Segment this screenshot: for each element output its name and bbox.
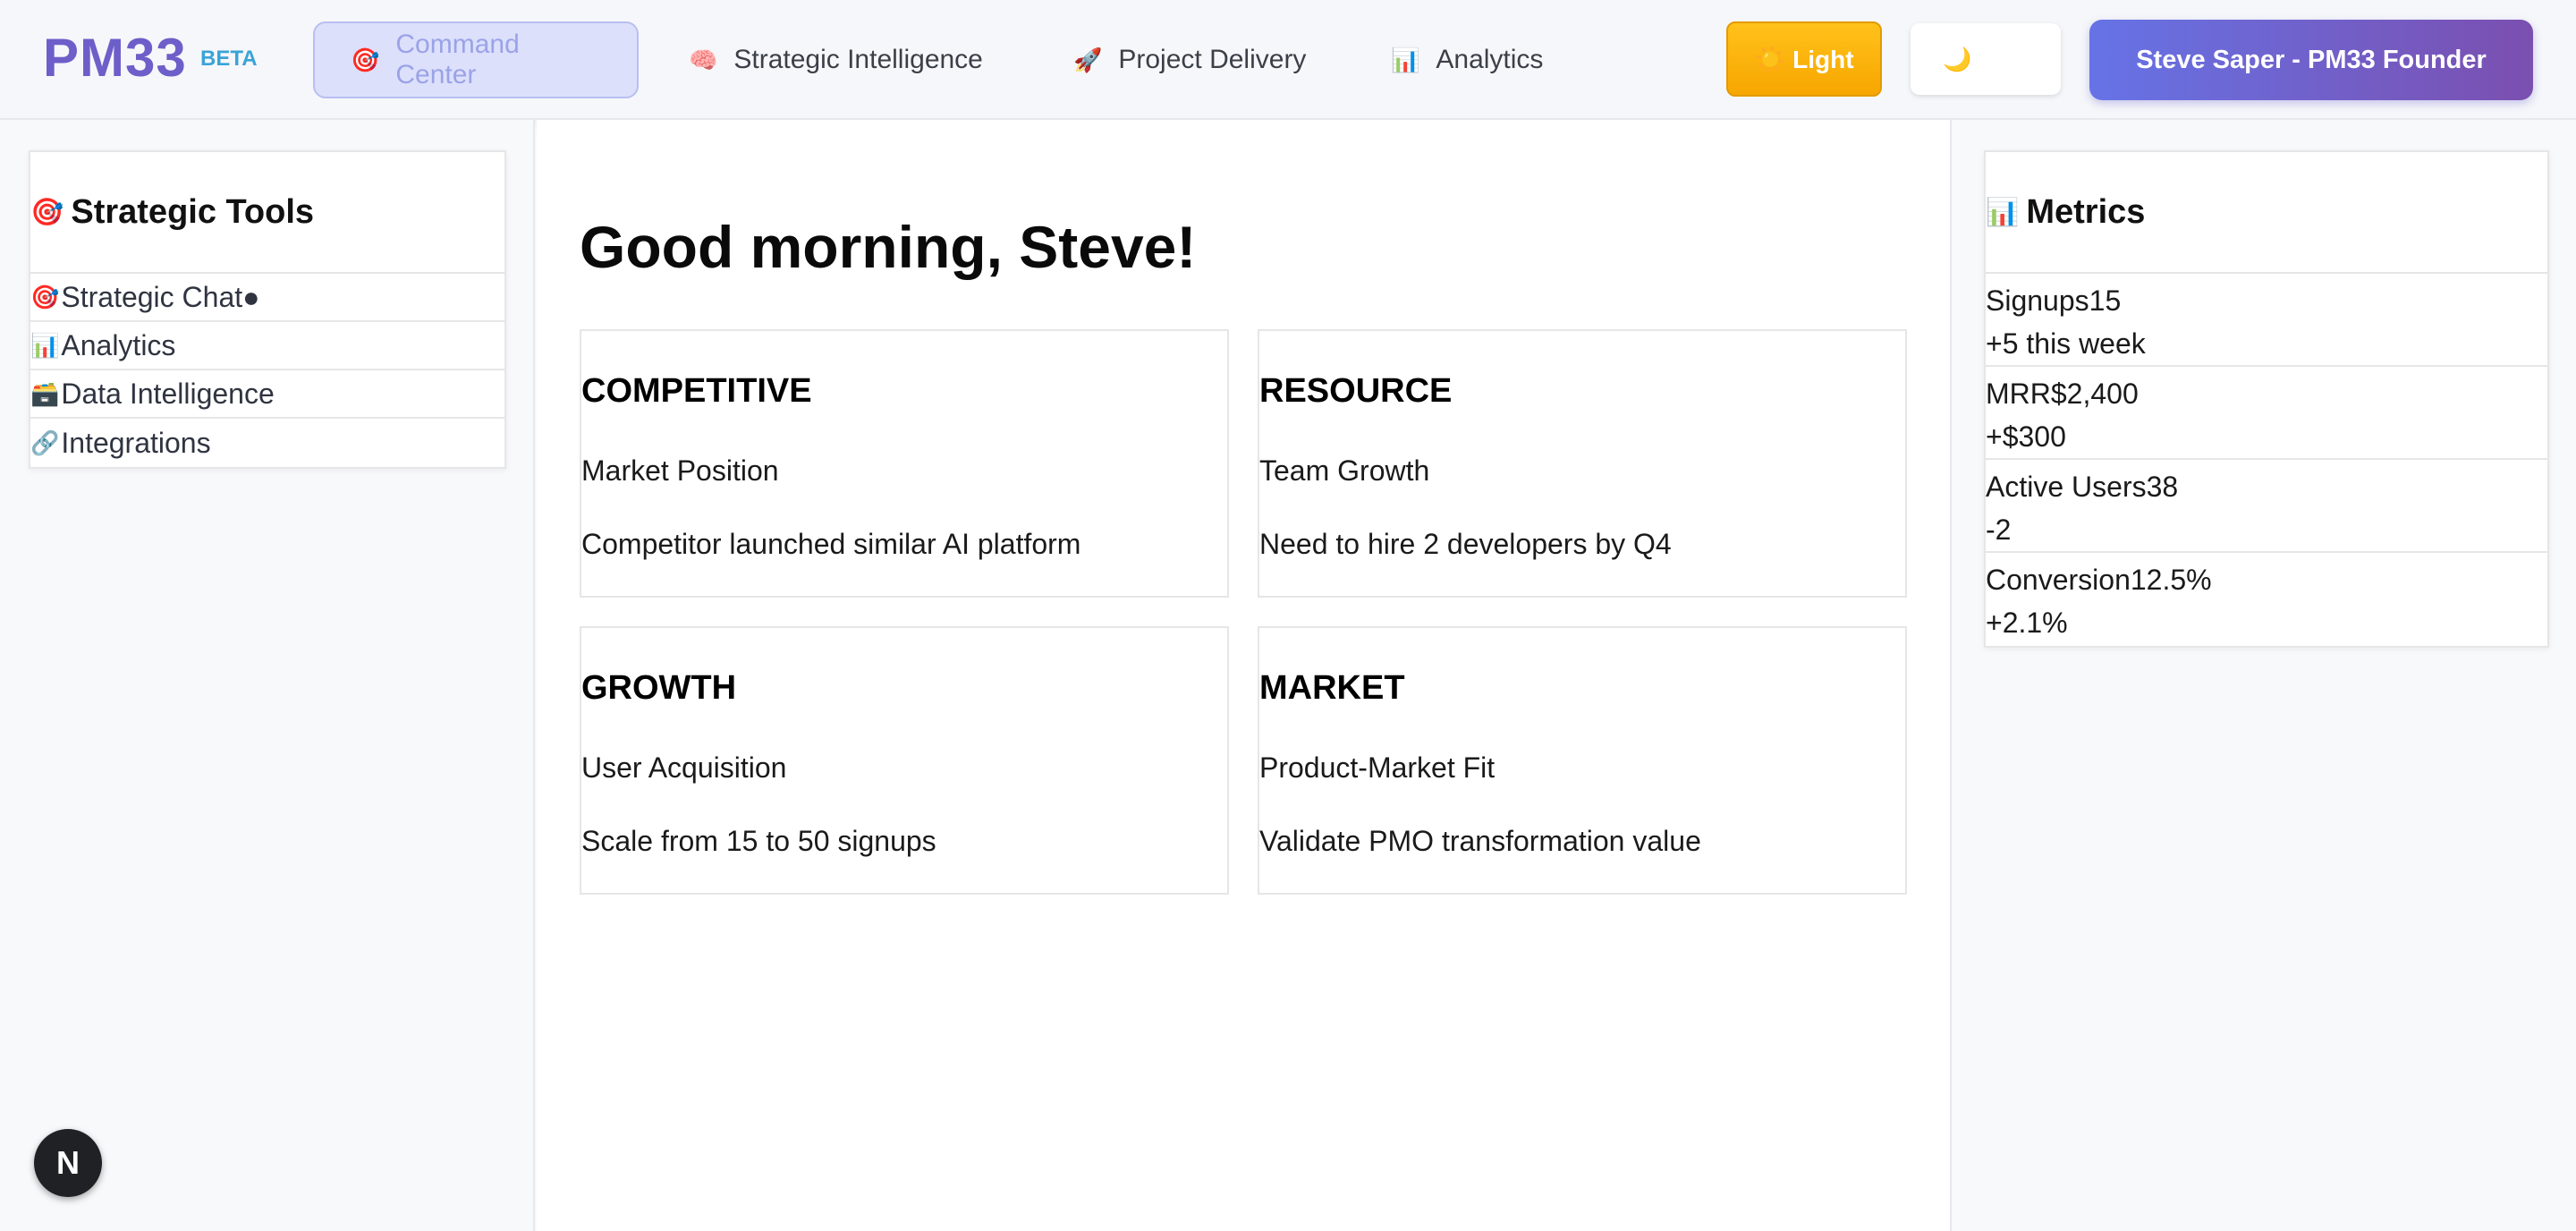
moon-icon: 🌙	[1943, 45, 1972, 72]
sidebar-item-label: Strategic Chat●	[61, 280, 260, 313]
nav-label: Analytics	[1436, 45, 1544, 74]
metric-change: +2.1%	[1986, 607, 2068, 639]
card-description: Scale from 15 to 50 signups	[581, 825, 936, 857]
link-icon: 🔗	[30, 429, 60, 456]
panel-heading: 🎯 Strategic Tools	[30, 152, 504, 274]
metric-value: 15	[2089, 284, 2122, 317]
insight-card[interactable]: MARKET Product-Market Fit Validate PMO t…	[1258, 626, 1907, 895]
card-title: Team Growth	[1259, 454, 1430, 487]
metric-active-users: Active Users38 -2	[1986, 460, 2547, 553]
card-title: Product-Market Fit	[1259, 751, 1496, 784]
nav-project-delivery[interactable]: 🚀 Project Delivery	[1038, 21, 1342, 98]
insight-card[interactable]: COMPETITIVE Market Position Competitor l…	[580, 329, 1229, 598]
sidebar-item-strategic-chat[interactable]: 🎯 Strategic Chat●	[30, 274, 504, 322]
right-sidebar: 📊 Metrics Signups15 +5 this week MRR$2,4…	[1950, 120, 2576, 1231]
brain-icon: 🧠	[689, 46, 718, 73]
bar-chart-icon: 📊	[1986, 197, 2020, 227]
metrics-panel: 📊 Metrics Signups15 +5 this week MRR$2,4…	[1984, 150, 2549, 648]
target-icon: 🎯	[351, 46, 380, 73]
metric-value: $2,400	[2050, 378, 2139, 410]
card-category: COMPETITIVE	[581, 372, 812, 410]
sidebar-item-integrations[interactable]: 🔗 Integrations	[30, 419, 504, 467]
metric-value: 38	[2146, 471, 2179, 503]
card-category: GROWTH	[581, 669, 737, 707]
panel-heading: 📊 Metrics	[1986, 152, 2547, 274]
nav-label: Project Delivery	[1118, 45, 1307, 74]
card-file-box-icon: 🗃️	[30, 379, 60, 407]
nextjs-dev-badge[interactable]: N	[34, 1129, 102, 1197]
sidebar-item-label: Integrations	[61, 426, 211, 459]
strategic-tools-panel: 🎯 Strategic Tools 🎯 Strategic Chat● 📊 An…	[29, 150, 506, 469]
target-icon: 🎯	[30, 283, 60, 310]
target-icon: 🎯	[30, 197, 64, 227]
left-sidebar: 🎯 Strategic Tools 🎯 Strategic Chat● 📊 An…	[0, 120, 535, 1231]
nav-label: Strategic Intelligence	[733, 45, 983, 74]
sidebar-item-label: Data Intelligence	[61, 377, 275, 410]
nav-strategic-intelligence[interactable]: 🧠 Strategic Intelligence	[653, 21, 1019, 98]
card-category: MARKET	[1259, 669, 1405, 707]
metric-mrr: MRR$2,400 +$300	[1986, 367, 2547, 460]
card-title: Market Position	[581, 454, 779, 487]
metric-change: +5 this week	[1986, 327, 2146, 360]
light-theme-button[interactable]: ☀️ Light	[1726, 21, 1882, 97]
card-description: Validate PMO transformation value	[1259, 825, 1701, 857]
nav-label: Command Center	[395, 30, 520, 89]
sidebar-item-data-intelligence[interactable]: 🗃️ Data Intelligence	[30, 370, 504, 419]
insight-card[interactable]: GROWTH User Acquisition Scale from 15 to…	[580, 626, 1229, 895]
metric-label: Active Users	[1986, 471, 2147, 503]
bar-chart-icon: 📊	[1391, 46, 1420, 73]
app-logo[interactable]: PM33	[43, 27, 187, 89]
card-title: User Acquisition	[581, 751, 787, 784]
bar-chart-icon: 📊	[30, 331, 60, 359]
metric-label: Signups	[1986, 284, 2089, 317]
card-description: Need to hire 2 developers by Q4	[1259, 528, 1672, 560]
dark-theme-button[interactable]: 🌙	[1911, 23, 2061, 95]
user-profile-button[interactable]: Steve Saper - PM33 Founder	[2089, 20, 2533, 100]
top-header: PM33 BETA 🎯 Command Center 🧠 Strategic I…	[0, 0, 2576, 120]
metric-change: +$300	[1986, 420, 2066, 453]
card-category: RESOURCE	[1259, 372, 1453, 410]
sidebar-item-label: Analytics	[61, 328, 176, 361]
panel-title: Strategic Tools	[71, 192, 315, 231]
metric-value: 12.5%	[2130, 564, 2212, 596]
nav-command-center[interactable]: 🎯 Command Center	[313, 21, 639, 98]
rocket-icon: 🚀	[1073, 46, 1103, 73]
panel-title: Metrics	[2026, 192, 2146, 231]
card-description: Competitor launched similar AI platform	[581, 528, 1081, 560]
metric-conversion: Conversion12.5% +2.1%	[1986, 553, 2547, 646]
metric-signups: Signups15 +5 this week	[1986, 274, 2547, 367]
metric-change: -2	[1986, 514, 2012, 546]
insight-card[interactable]: RESOURCE Team Growth Need to hire 2 deve…	[1258, 329, 1907, 598]
beta-badge: BETA	[200, 47, 258, 71]
nav-analytics[interactable]: 📊 Analytics	[1355, 21, 1579, 98]
metric-label: MRR	[1986, 378, 2051, 410]
metric-label: Conversion	[1986, 564, 2131, 596]
main-content: Good morning, Steve! COMPETITIVE Market …	[537, 120, 1950, 1231]
sidebar-item-analytics[interactable]: 📊 Analytics	[30, 322, 504, 370]
greeting-heading: Good morning, Steve!	[580, 214, 1197, 280]
